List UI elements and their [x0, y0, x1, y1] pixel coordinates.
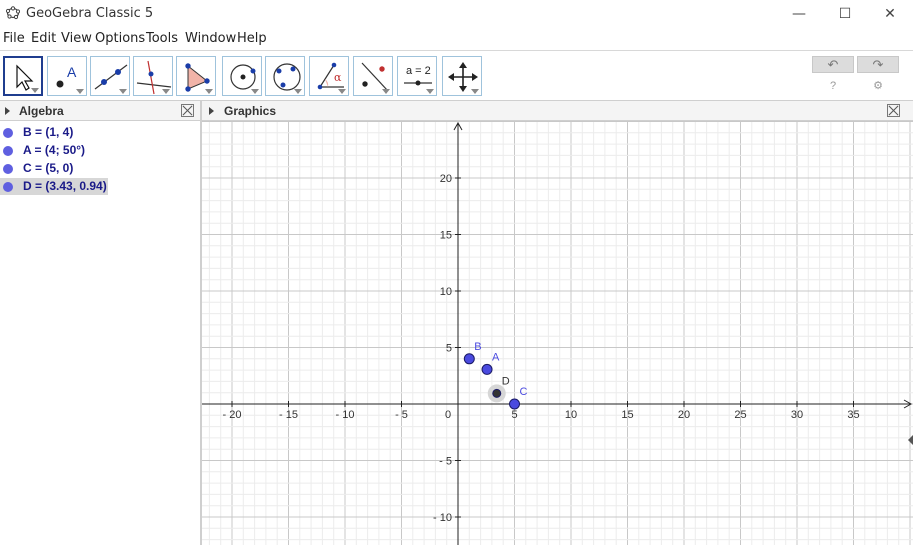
visibility-toggle-icon[interactable]: [3, 146, 13, 156]
undo-button[interactable]: ↶: [812, 56, 854, 73]
point-c: [509, 398, 520, 410]
menu-help[interactable]: Help: [237, 31, 267, 46]
circle-tool-button[interactable]: [222, 56, 262, 96]
menu-tools[interactable]: Tools: [146, 31, 178, 46]
dropdown-triangle-icon: [294, 89, 302, 94]
y-tick-label: 10: [440, 286, 452, 298]
x-tick-label: 25: [734, 409, 746, 421]
graphics-view[interactable]: - 20 - 15 - 10 - 5 0 5 10 15 20 25 30 35 20 15 10 5 - 5 -…: [202, 121, 913, 545]
algebra-view-header: Algebra: [0, 100, 200, 121]
collapse-triangle-icon[interactable]: [209, 107, 214, 115]
point-a: [481, 363, 493, 375]
graphics-canvas[interactable]: - 20 - 15 - 10 - 5 0 5 10 15 20 25 30 35 20 15 10 5 - 5 -…: [202, 121, 913, 545]
svg-text:α: α: [334, 71, 342, 84]
polygon-tool-button[interactable]: [176, 56, 216, 96]
slider-tool-button[interactable]: a = 2: [397, 56, 437, 96]
dropdown-triangle-icon: [382, 89, 390, 94]
window-title: GeoGebra Classic 5: [26, 6, 154, 21]
visibility-toggle-icon[interactable]: [3, 164, 13, 174]
menu-window[interactable]: Window: [185, 31, 236, 46]
menu-bar: File Edit View Options Tools Window Help: [0, 28, 913, 50]
redo-button[interactable]: ↷: [857, 56, 899, 73]
point-label: A: [492, 351, 500, 363]
close-button[interactable]: ✕: [867, 0, 913, 28]
point-b: [463, 353, 475, 365]
y-tick-label: 5: [446, 343, 452, 355]
dropdown-triangle-icon: [338, 89, 346, 94]
y-tick-label: - 10: [433, 512, 452, 524]
geogebra-logo-icon: [6, 6, 20, 20]
move-tool-button[interactable]: [3, 56, 43, 96]
point-label: B: [474, 341, 481, 353]
toolbar: A α a = 2 ↶ ↷ ? ⚙: [0, 50, 913, 101]
perpendicular-tool-button[interactable]: [133, 56, 173, 96]
point-label: C: [520, 386, 528, 398]
point-d: [492, 388, 502, 398]
point-tool-button[interactable]: A: [47, 56, 87, 96]
x-tick-label: 35: [847, 409, 859, 421]
slider-label: a = 2: [406, 65, 431, 77]
dropdown-triangle-icon: [426, 89, 434, 94]
y-tick-label: 15: [440, 230, 452, 242]
algebra-item-text: A = (4; 50°): [23, 143, 86, 157]
menu-file[interactable]: File: [3, 31, 25, 46]
minimize-button[interactable]: —: [776, 0, 822, 28]
move-graphics-tool-button[interactable]: [442, 56, 482, 96]
settings-gear-icon[interactable]: ⚙: [871, 79, 885, 93]
x-tick-label: 5: [511, 409, 517, 421]
maximize-button[interactable]: ☐: [822, 0, 868, 28]
dropdown-triangle-icon: [251, 89, 259, 94]
algebra-item-c[interactable]: C = (5, 0): [0, 160, 80, 177]
angle-tool-button[interactable]: α: [309, 56, 349, 96]
dropdown-triangle-icon: [31, 88, 39, 93]
y-tick-label: 20: [440, 173, 452, 185]
menu-options[interactable]: Options: [95, 31, 145, 46]
svg-text:A: A: [67, 64, 77, 80]
x-tick-label: 15: [621, 409, 633, 421]
algebra-item-text: C = (5, 0): [23, 161, 74, 175]
visibility-toggle-icon[interactable]: [3, 128, 13, 138]
x-tick-label: 0: [445, 409, 451, 421]
title-bar: GeoGebra Classic 5 — ☐ ✕: [0, 0, 913, 28]
algebra-view: B = (1, 4) A = (4; 50°) C = (5, 0) D = (…: [0, 121, 200, 545]
dropdown-triangle-icon: [205, 89, 213, 94]
graphics-close-icon[interactable]: [887, 104, 900, 117]
algebra-item-a[interactable]: A = (4; 50°): [0, 142, 90, 159]
y-tick-label: - 5: [439, 456, 452, 468]
menu-edit[interactable]: Edit: [31, 31, 56, 46]
graphics-view-header: Graphics: [202, 100, 913, 121]
algebra-item-d[interactable]: D = (3.43, 0.94): [0, 178, 108, 195]
dropdown-triangle-icon: [76, 89, 84, 94]
line-tool-button[interactable]: [90, 56, 130, 96]
reflect-tool-button[interactable]: [353, 56, 393, 96]
algebra-item-b[interactable]: B = (1, 4): [0, 124, 80, 141]
algebra-view-title: Algebra: [19, 104, 64, 118]
help-icon[interactable]: ?: [826, 79, 840, 93]
algebra-close-icon[interactable]: [181, 104, 194, 117]
graphics-view-title: Graphics: [224, 104, 277, 118]
menu-view[interactable]: View: [61, 31, 92, 46]
style-bar-toggle-icon[interactable]: [908, 435, 913, 445]
algebra-item-text: D = (3.43, 0.94): [23, 179, 107, 193]
x-tick-label: 10: [565, 409, 577, 421]
x-tick-label: 20: [678, 409, 690, 421]
algebra-item-text: B = (1, 4): [23, 125, 74, 139]
x-tick-label: - 10: [336, 409, 355, 421]
collapse-triangle-icon[interactable]: [5, 107, 10, 115]
x-tick-label: - 5: [395, 409, 408, 421]
dropdown-triangle-icon: [119, 89, 127, 94]
x-tick-label: - 15: [279, 409, 298, 421]
x-tick-label: 30: [791, 409, 803, 421]
dropdown-triangle-icon: [162, 89, 170, 94]
point-label: D: [502, 375, 510, 387]
dropdown-triangle-icon: [471, 89, 479, 94]
visibility-toggle-icon[interactable]: [3, 182, 13, 192]
x-tick-label: - 20: [223, 409, 242, 421]
conic-tool-button[interactable]: [265, 56, 305, 96]
